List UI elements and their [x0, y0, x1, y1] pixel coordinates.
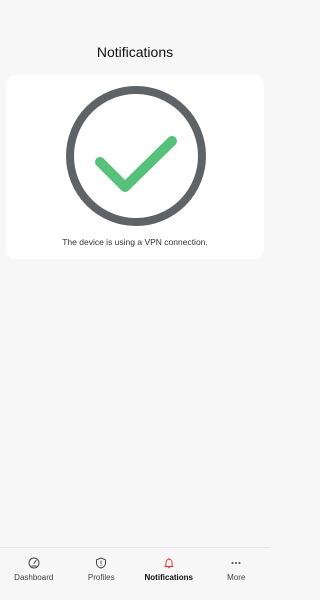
- nav-item-more[interactable]: More: [203, 548, 271, 600]
- checkmark-circle-icon: [64, 84, 208, 228]
- nav-label-notifications: Notifications: [144, 573, 193, 582]
- nav-item-profiles[interactable]: Profiles: [68, 548, 136, 600]
- vpn-status-card: The device is using a VPN connection.: [6, 75, 264, 259]
- more-dots-icon: [230, 557, 242, 569]
- nav-label-more: More: [227, 573, 246, 582]
- nav-label-dashboard: Dashboard: [14, 573, 54, 582]
- nav-item-notifications[interactable]: Notifications: [135, 548, 203, 600]
- notifications-screen: Notifications The device is using a VPN …: [0, 0, 270, 600]
- page-title: Notifications: [96, 44, 174, 60]
- shield-icon: [95, 557, 107, 569]
- vpn-status-message: The device is using a VPN connection.: [62, 237, 208, 247]
- bell-icon: [163, 557, 175, 569]
- bottom-navigation: Dashboard Profiles Notifications More: [0, 547, 270, 600]
- speedometer-icon: [28, 557, 40, 569]
- nav-label-profiles: Profiles: [87, 573, 115, 582]
- nav-item-dashboard[interactable]: Dashboard: [0, 548, 68, 600]
